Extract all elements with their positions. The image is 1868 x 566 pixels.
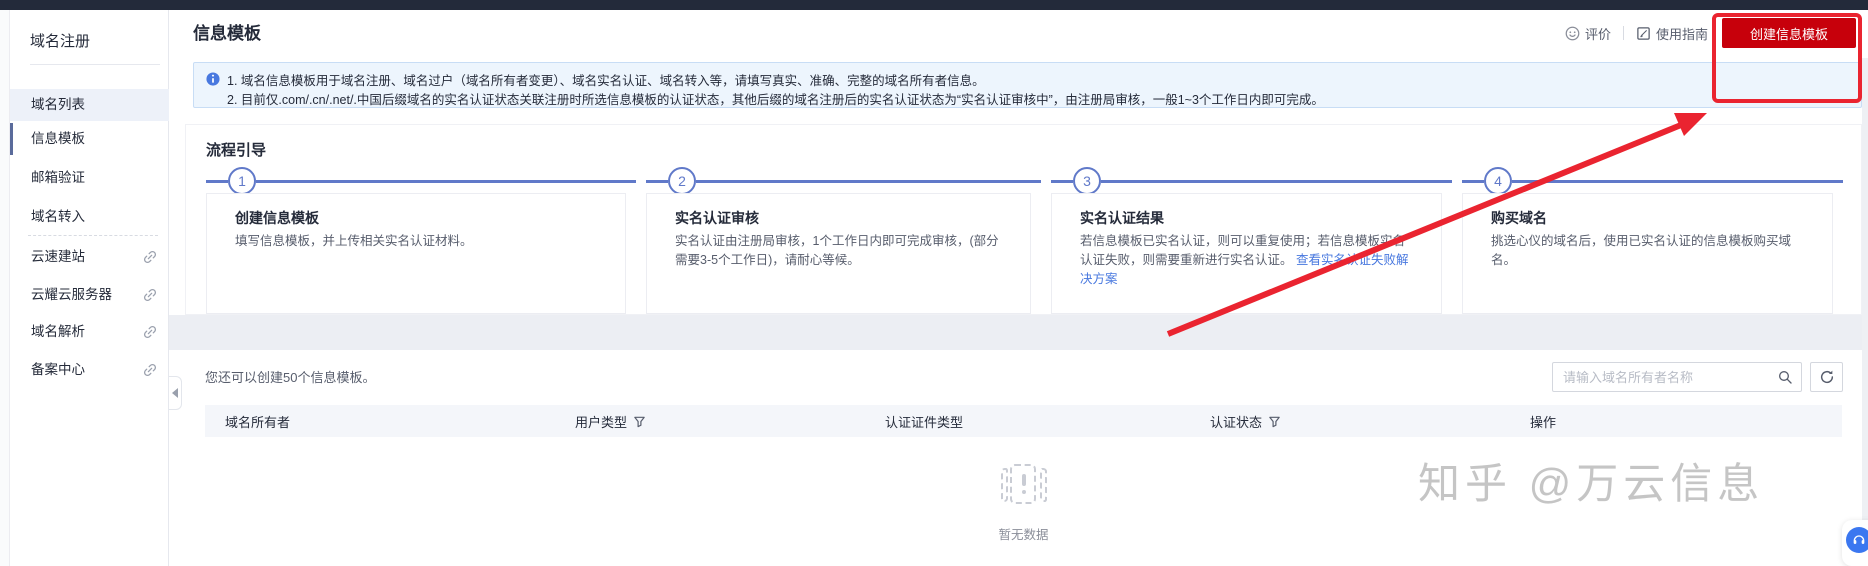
- create-template-button[interactable]: 创建信息模板: [1722, 18, 1856, 48]
- owner-search-box: [1552, 362, 1802, 392]
- info-icon: [206, 72, 220, 86]
- watermark: 知乎 @万云信息: [1418, 460, 1765, 507]
- step-card: 实名认证审核 实名认证由注册局审核，1个工作日内即可完成审核，(部分需要3-5个…: [646, 193, 1031, 314]
- notice-line-2: 2. 目前仅.com/.cn/.net/.中国后缀域名的实名认证状态关联注册时所…: [227, 93, 1324, 107]
- column-label: 域名所有者: [225, 414, 291, 430]
- step-desc-text: 填写信息模板，并上传相关实名认证材料。: [235, 234, 473, 248]
- headset-icon: [1853, 535, 1865, 544]
- sidebar-item-dns[interactable]: 域名解析: [10, 316, 169, 348]
- process-step-4: 4 购买域名 挑选心仪的域名后，使用已实名认证的信息模板购买域名。: [1462, 125, 1843, 316]
- feedback-label: 评价: [1585, 26, 1612, 42]
- sidebar-item-label: 云速建站: [31, 249, 85, 264]
- sidebar-item-label: 域名转入: [31, 209, 85, 224]
- step-card: 创建信息模板 填写信息模板，并上传相关实名认证材料。: [206, 193, 626, 314]
- usage-guide-label: 使用指南: [1656, 26, 1709, 42]
- sidebar-item-cloud-site[interactable]: 云速建站: [10, 241, 169, 273]
- step-number-badge: 3: [1073, 167, 1101, 195]
- left-edge-strip: [0, 10, 10, 566]
- quota-text: 您还可以创建50个信息模板。: [205, 370, 376, 385]
- content-gap: [169, 315, 1868, 350]
- process-step-1: 1 创建信息模板 填写信息模板，并上传相关实名认证材料。: [206, 125, 636, 316]
- page-title: 信息模板: [193, 24, 261, 43]
- column-label: 认证状态: [1210, 414, 1263, 430]
- feedback-button[interactable]: 评价: [1565, 24, 1611, 43]
- right-edge-strip: [1862, 58, 1868, 566]
- step-number-badge: 1: [228, 167, 256, 195]
- owner-search-input[interactable]: [1553, 363, 1777, 391]
- process-guide-card: 流程引导 1 创建信息模板 填写信息模板，并上传相关实名认证材料。 2 实名认证…: [185, 124, 1862, 315]
- sidebar-collapse-toggle[interactable]: [169, 376, 182, 410]
- external-link-icon: [143, 250, 157, 264]
- step-flow-line: 2: [646, 167, 1041, 195]
- console-page: 域名注册 域名列表 信息模板 邮箱验证 域名转入 云速建站 云耀云服务器 域名解…: [0, 0, 1868, 566]
- smiley-icon: [1565, 26, 1580, 40]
- column-header-auth-status: 认证状态: [1190, 412, 1510, 431]
- step-card: 实名认证结果 若信息模板已实名认证，则可以重复使用；若信息模板实名认证失败，则需…: [1051, 193, 1442, 314]
- step-flow-line: 4: [1462, 167, 1843, 195]
- sidebar-item-cloud-server[interactable]: 云耀云服务器: [10, 279, 169, 311]
- step-card: 购买域名 挑选心仪的域名后，使用已实名认证的信息模板购买域名。: [1462, 193, 1833, 314]
- column-header-owner: 域名所有者: [205, 412, 555, 431]
- step-number-badge: 2: [668, 167, 696, 195]
- step-description: 若信息模板已实名认证，则可以重复使用；若信息模板实名认证失败，则需要重新进行实名…: [1080, 232, 1417, 289]
- sidebar-item-label: 云耀云服务器: [31, 287, 112, 302]
- header-separator: [1623, 26, 1625, 40]
- step-title: 创建信息模板: [235, 210, 319, 226]
- support-widget-panel: [1842, 520, 1868, 566]
- step-title: 实名认证结果: [1080, 210, 1164, 226]
- search-icon[interactable]: [1777, 369, 1793, 385]
- step-flow-line: 3: [1051, 167, 1452, 195]
- notice-banner: 1. 域名信息模板用于域名注册、域名过户（域名所有者变更）、域名实名认证、域名转…: [193, 62, 1862, 108]
- sidebar-item-email-verify[interactable]: 邮箱验证: [10, 162, 169, 194]
- sidebar-title: 域名注册: [30, 33, 91, 50]
- process-steps: 1 创建信息模板 填写信息模板，并上传相关实名认证材料。 2 实名认证审核 实名…: [206, 125, 1843, 316]
- sidebar-item-label: 邮箱验证: [31, 170, 85, 185]
- guide-doc-icon: [1637, 26, 1650, 40]
- no-data-icon: [1000, 462, 1047, 514]
- sidebar-item-domain-list[interactable]: 域名列表: [10, 89, 169, 121]
- external-link-icon: [143, 363, 157, 377]
- sidebar-item-beian-center[interactable]: 备案中心: [10, 354, 169, 386]
- refresh-button[interactable]: [1810, 362, 1843, 392]
- usage-guide-link[interactable]: 使用指南: [1636, 24, 1708, 43]
- column-label: 用户类型: [575, 414, 628, 430]
- step-desc-text: 挑选心仪的域名后，使用已实名认证的信息模板购买域名。: [1491, 234, 1792, 267]
- step-desc-text: 实名认证由注册局审核，1个工作日内即可完成审核，(部分需要3-5个工作日)，请耐…: [675, 234, 999, 267]
- column-header-cert-type: 认证证件类型: [865, 412, 1190, 431]
- table-header-row: 域名所有者 用户类型 认证证件类型 认证状态 操作: [205, 405, 1842, 437]
- process-step-2: 2 实名认证审核 实名认证由注册局审核，1个工作日内即可完成审核，(部分需要3-…: [646, 125, 1041, 316]
- column-label: 操作: [1530, 414, 1557, 430]
- sidebar-item-label: 备案中心: [31, 362, 85, 377]
- column-header-actions: 操作: [1510, 412, 1842, 431]
- browser-top-bar: [0, 0, 1868, 10]
- external-link-icon: [143, 288, 157, 302]
- process-step-3: 3 实名认证结果 若信息模板已实名认证，则可以重复使用；若信息模板实名认证失败，…: [1051, 125, 1452, 316]
- external-link-icon: [143, 325, 157, 339]
- step-title: 购买域名: [1491, 210, 1547, 226]
- step-title: 实名认证审核: [675, 210, 759, 226]
- chevron-left-icon: [172, 388, 178, 398]
- column-label: 认证证件类型: [885, 414, 964, 430]
- step-description: 实名认证由注册局审核，1个工作日内即可完成审核，(部分需要3-5个工作日)，请耐…: [675, 232, 1006, 270]
- column-header-user-type: 用户类型: [555, 412, 865, 431]
- step-description: 填写信息模板，并上传相关实名认证材料。: [235, 232, 601, 251]
- notice-line-1: 1. 域名信息模板用于域名注册、域名过户（域名所有者变更）、域名实名认证、域名转…: [227, 74, 985, 88]
- filter-icon[interactable]: [1268, 415, 1281, 428]
- filter-icon[interactable]: [633, 415, 646, 428]
- step-description: 挑选心仪的域名后，使用已实名认证的信息模板购买域名。: [1491, 232, 1808, 270]
- sidebar-item-label: 域名列表: [31, 97, 85, 112]
- sidebar: 域名注册 域名列表 信息模板 邮箱验证 域名转入 云速建站 云耀云服务器 域名解…: [10, 10, 169, 566]
- step-flow-line: 1: [206, 167, 636, 195]
- sidebar-dotted-divider: [28, 235, 158, 236]
- sidebar-divider: [30, 64, 160, 65]
- customer-service-button[interactable]: [1846, 527, 1868, 553]
- sidebar-item-domain-transfer-in[interactable]: 域名转入: [10, 201, 169, 233]
- empty-state-text: 暂无数据: [998, 528, 1049, 542]
- step-number-badge: 4: [1484, 167, 1512, 195]
- sidebar-item-info-template[interactable]: 信息模板: [10, 123, 172, 155]
- header-actions: 评价 使用指南: [1565, 22, 1708, 44]
- refresh-icon: [1820, 370, 1833, 384]
- sidebar-item-label: 信息模板: [31, 131, 85, 146]
- sidebar-item-label: 域名解析: [31, 324, 85, 339]
